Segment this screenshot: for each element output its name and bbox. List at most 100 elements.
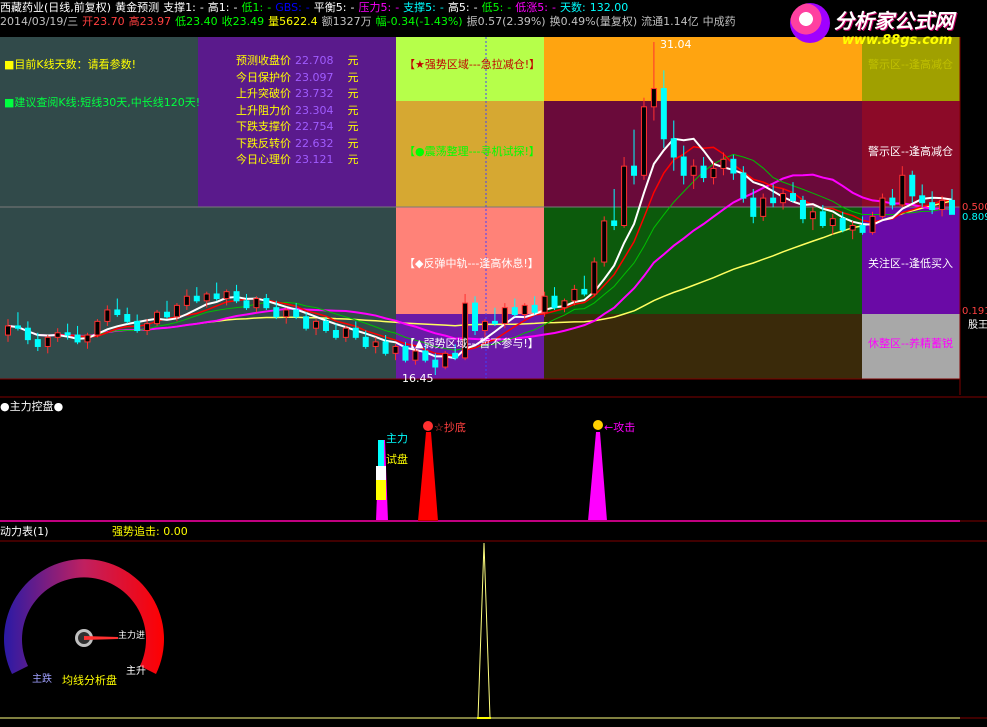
candle-body[interactable]	[233, 291, 240, 302]
prediction-label: 上升突破价	[236, 87, 291, 100]
candle-body[interactable]	[700, 165, 707, 179]
candle-body[interactable]	[144, 323, 151, 331]
candle-body[interactable]	[849, 225, 856, 231]
candle-body[interactable]	[14, 325, 21, 329]
candle-body[interactable]	[710, 167, 717, 179]
candle-body[interactable]	[64, 332, 71, 336]
candle-body[interactable]	[581, 288, 588, 295]
candle-body[interactable]	[839, 218, 846, 231]
candle-body[interactable]	[541, 295, 548, 313]
candle-body[interactable]	[44, 336, 51, 347]
candle-body[interactable]	[342, 327, 349, 338]
candle-body[interactable]	[263, 298, 270, 309]
candle-body[interactable]	[621, 165, 628, 227]
candle-body[interactable]	[253, 298, 260, 309]
candle-body[interactable]	[243, 300, 250, 309]
candle-body[interactable]	[501, 307, 508, 325]
candle-body[interactable]	[690, 165, 697, 176]
candle-body[interactable]	[859, 225, 866, 233]
candle-body[interactable]	[531, 304, 538, 313]
candle-body[interactable]	[183, 295, 190, 306]
panel2-title: ●主力控盘●	[0, 400, 64, 413]
candle-body[interactable]	[601, 220, 608, 263]
candle-body[interactable]	[283, 309, 290, 318]
candle-body[interactable]	[382, 341, 389, 354]
candle-body[interactable]	[571, 288, 578, 302]
candle-body[interactable]	[163, 311, 170, 318]
candle-body[interactable]	[293, 309, 300, 318]
candle-body[interactable]	[303, 316, 310, 329]
candle-body[interactable]	[670, 138, 677, 158]
candle-body[interactable]	[412, 350, 419, 361]
candle-body[interactable]	[442, 352, 449, 368]
candle-body[interactable]	[154, 311, 161, 325]
candle-body[interactable]	[114, 309, 121, 316]
candle-body[interactable]	[899, 174, 906, 206]
candle-body[interactable]	[422, 350, 429, 361]
candle-body[interactable]	[660, 88, 667, 140]
candle-body[interactable]	[213, 293, 220, 300]
candle-body[interactable]	[949, 199, 955, 215]
candle-body[interactable]	[511, 307, 518, 316]
candle-body[interactable]	[84, 334, 91, 343]
candle-body[interactable]	[521, 304, 528, 316]
header-row-2: 2014/03/19/三 开23.70 高23.97 低23.40 收23.49 量562…	[0, 14, 736, 29]
candle-body[interactable]	[203, 293, 210, 302]
candle-body[interactable]	[392, 345, 399, 354]
candle-body[interactable]	[650, 88, 657, 108]
candle-body[interactable]	[491, 320, 498, 325]
candle-body[interactable]	[740, 172, 747, 199]
candle-body[interactable]	[173, 304, 180, 318]
candle-body[interactable]	[879, 197, 886, 217]
row2-item-0: 2014/03/19/三	[0, 15, 79, 28]
candle-body[interactable]	[332, 329, 339, 338]
candle-body[interactable]	[909, 174, 916, 197]
candle-body[interactable]	[5, 325, 11, 336]
candle-body[interactable]	[352, 327, 359, 338]
candle-body[interactable]	[819, 211, 826, 227]
candle-body[interactable]	[94, 320, 101, 336]
candle-body[interactable]	[929, 202, 936, 211]
candle-body[interactable]	[730, 158, 737, 174]
candle-body[interactable]	[750, 197, 757, 217]
candle-body[interactable]	[809, 211, 816, 220]
candle-body[interactable]	[760, 197, 767, 217]
candle-body[interactable]	[481, 320, 488, 331]
candle-body[interactable]	[770, 197, 777, 204]
candle-body[interactable]	[193, 295, 200, 302]
candle-body[interactable]	[24, 327, 31, 341]
candle-body[interactable]	[640, 106, 647, 176]
candle-body[interactable]	[273, 307, 280, 318]
candle-body[interactable]	[551, 295, 558, 309]
candle-body[interactable]	[631, 165, 638, 176]
candle-body[interactable]	[869, 215, 876, 233]
candle-body[interactable]	[561, 300, 568, 309]
candle-body[interactable]	[313, 320, 320, 329]
candle-body[interactable]	[919, 195, 926, 204]
candle-body[interactable]	[452, 352, 459, 359]
power-gauge	[4, 559, 165, 674]
candle-body[interactable]	[472, 302, 479, 331]
candle-body[interactable]	[54, 332, 61, 338]
candle-body[interactable]	[124, 314, 131, 322]
candle-body[interactable]	[432, 359, 439, 368]
candle-body[interactable]	[829, 218, 836, 227]
candle-body[interactable]	[372, 341, 379, 347]
candle-body[interactable]	[790, 193, 797, 201]
candle-body[interactable]	[104, 309, 111, 322]
prediction-unit: 元	[347, 70, 359, 84]
candle-body[interactable]	[134, 320, 141, 331]
candle-body[interactable]	[611, 220, 618, 227]
candle-body[interactable]	[799, 199, 806, 220]
candle-body[interactable]	[223, 291, 230, 300]
candle-body[interactable]	[889, 197, 896, 206]
candle-body[interactable]	[720, 158, 727, 169]
candle-body[interactable]	[780, 193, 787, 204]
candle-body[interactable]	[34, 339, 41, 347]
candle-body[interactable]	[362, 336, 369, 347]
candle-body[interactable]	[939, 199, 946, 211]
candle-body[interactable]	[322, 320, 329, 331]
candle-body[interactable]	[680, 156, 687, 176]
candle-body[interactable]	[74, 334, 81, 343]
candle-body[interactable]	[591, 261, 598, 295]
